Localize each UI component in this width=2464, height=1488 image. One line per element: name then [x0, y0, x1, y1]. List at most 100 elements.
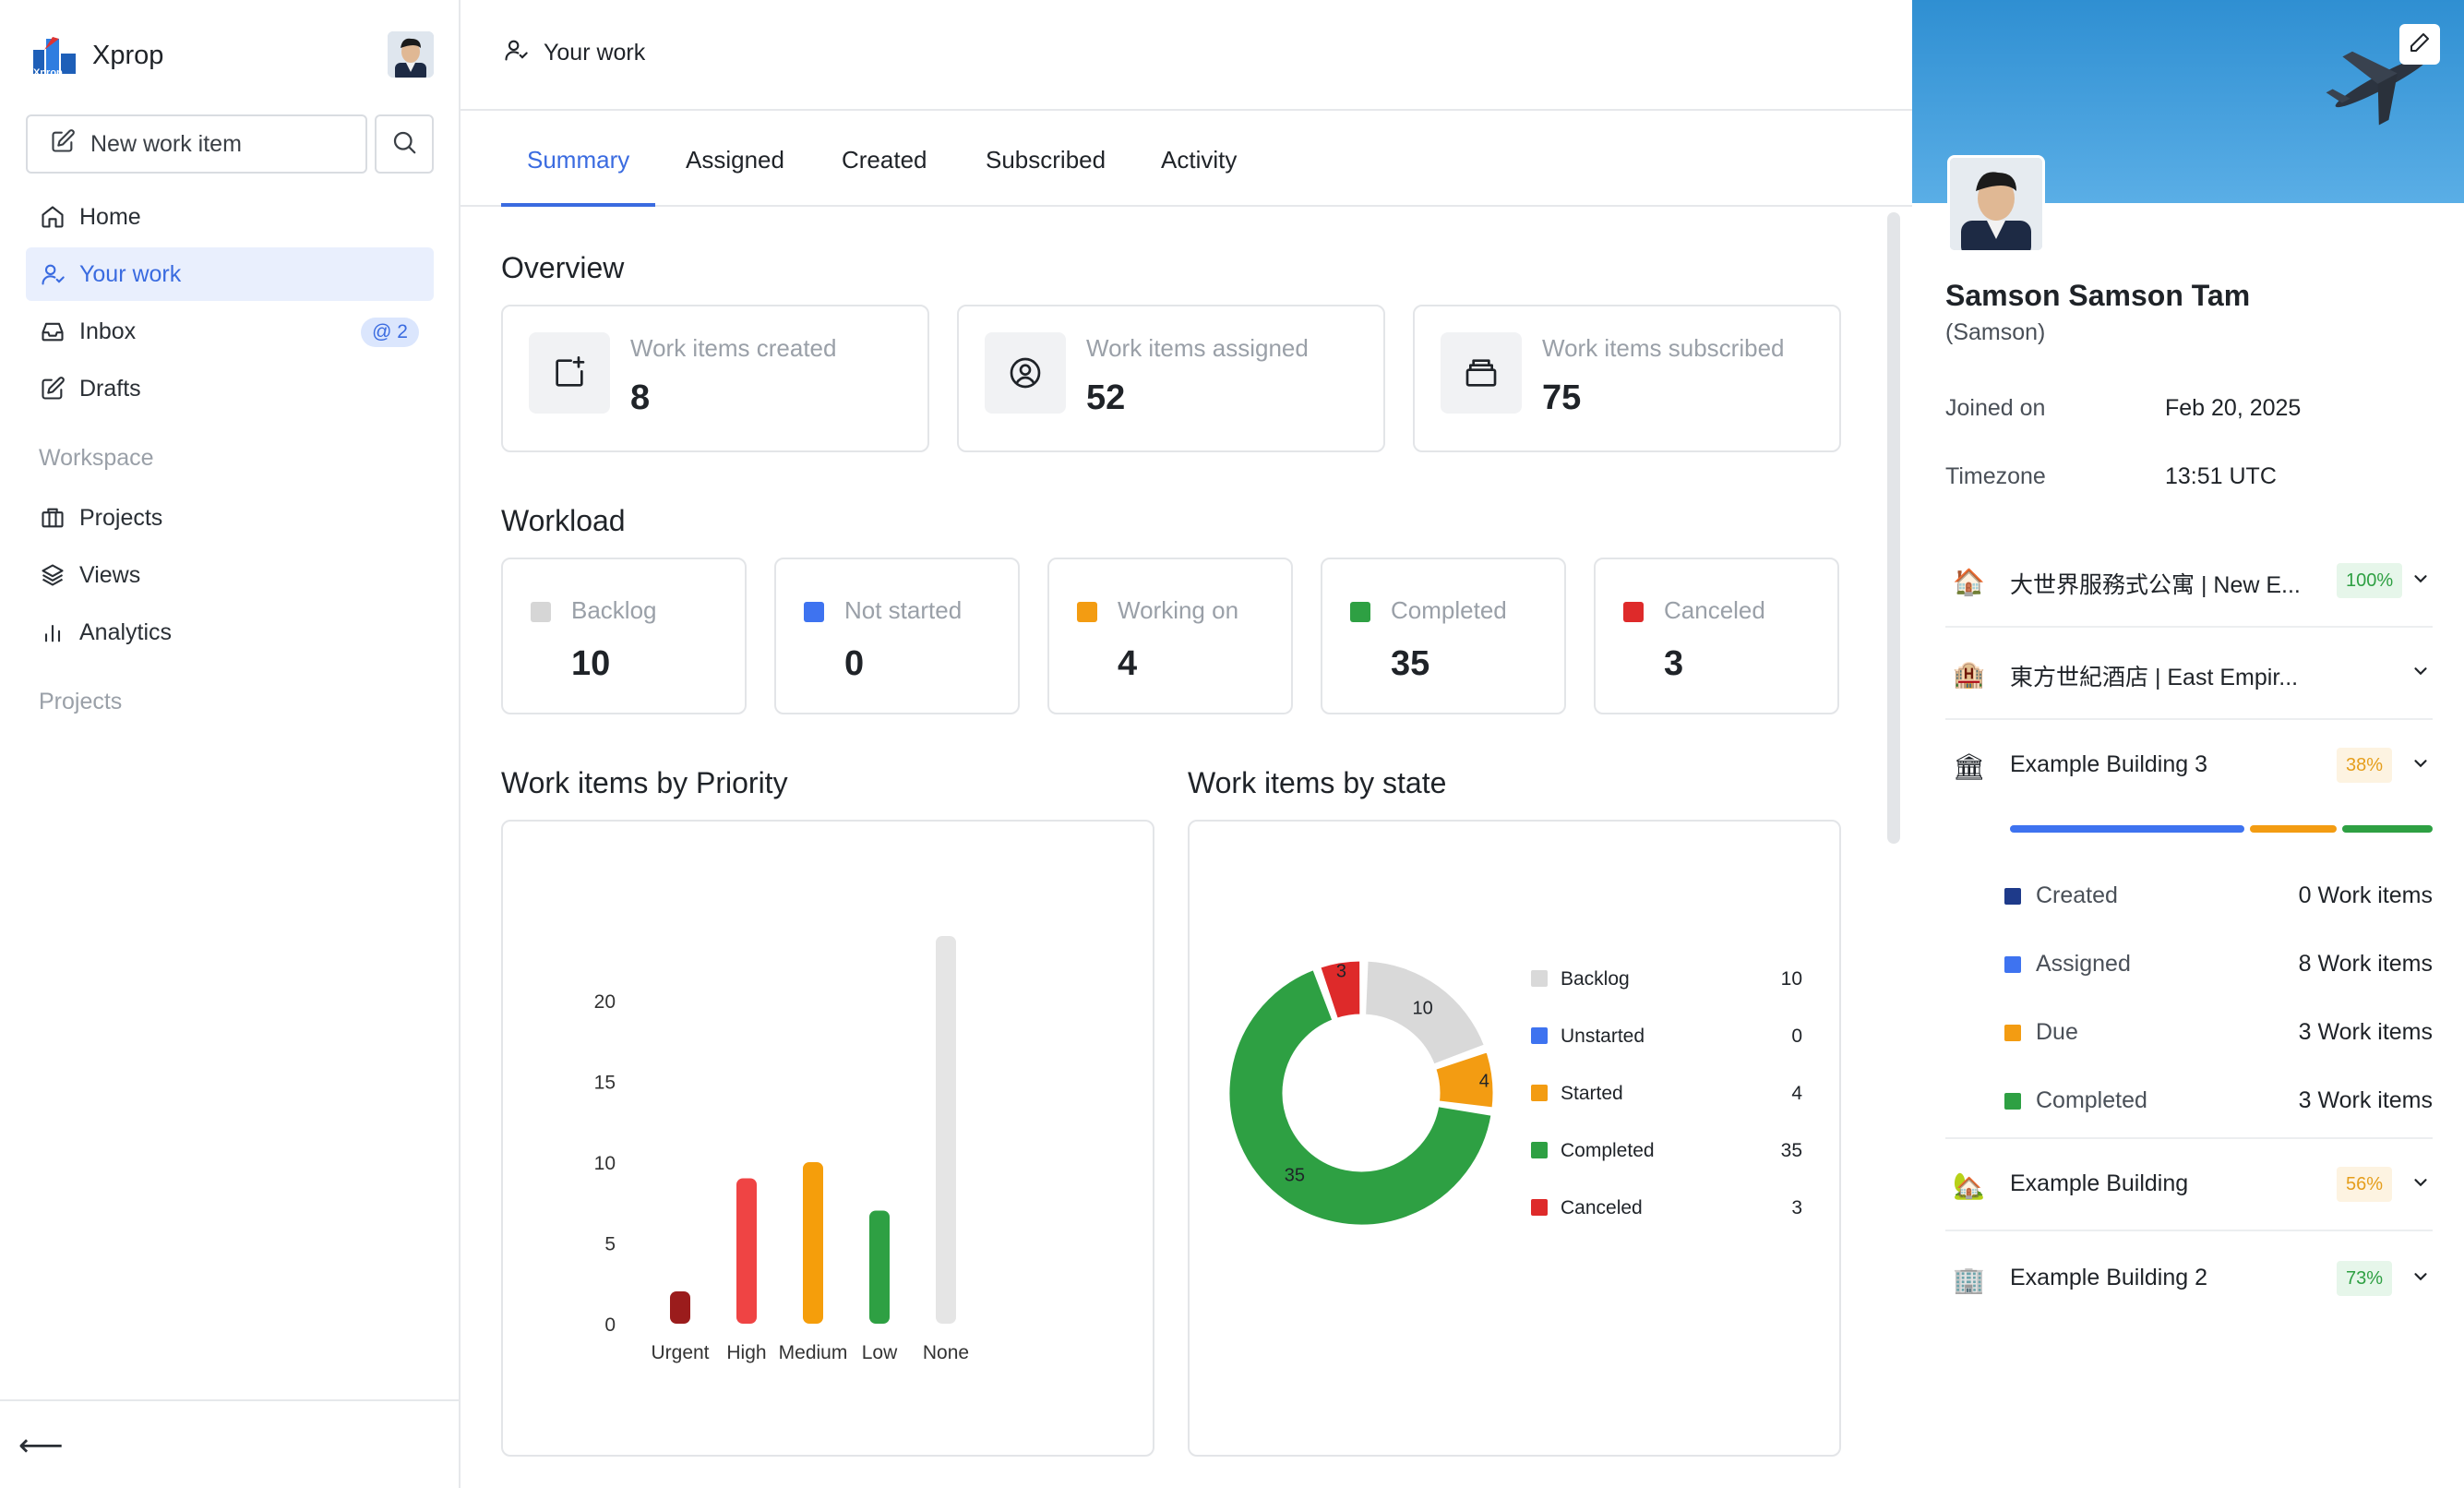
- building-item[interactable]: 🏨 東方世紀酒店 | East Empir...: [1945, 628, 2433, 720]
- workload-card-backlog[interactable]: Backlog 10: [501, 558, 747, 714]
- workspace-heading[interactable]: Workspace: [39, 445, 154, 472]
- y-tick-label: 5: [604, 1234, 616, 1255]
- sidebar-item-views[interactable]: Views: [26, 548, 434, 602]
- workload-card-value: 3: [1664, 644, 1684, 683]
- workload-card-label: Completed: [1391, 596, 1507, 624]
- y-tick-label: 10: [594, 1153, 616, 1174]
- legend-label: Canceled: [1561, 1197, 1643, 1218]
- overview-card-assigned[interactable]: Work items assigned 52: [957, 305, 1385, 452]
- bar-none[interactable]: [936, 936, 956, 1324]
- x-tick-label: Urgent: [651, 1342, 709, 1363]
- sidebar-item-label: Your work: [79, 260, 182, 287]
- stat-label: Assigned: [2036, 951, 2131, 977]
- building-progress-badge: 100%: [2337, 563, 2403, 598]
- overview-card-created[interactable]: Work items created 8: [501, 305, 929, 452]
- building-item-expanded[interactable]: 🏛 Example Building 3 38%: [1945, 720, 2433, 1139]
- profile-name: Samson Samson Tam: [1945, 279, 2251, 312]
- stack-icon: [1441, 332, 1522, 414]
- state-chart-card: 10 4 35 3 Backlog 10 Unstarted 0 Started 4 Complet…: [1188, 820, 1841, 1457]
- new-work-item-button[interactable]: New work item: [26, 114, 367, 174]
- progress-segment: [2341, 825, 2433, 833]
- overview-card-value: 75: [1542, 378, 1582, 417]
- briefcase-icon: [39, 504, 66, 532]
- tab-created[interactable]: Created: [816, 138, 953, 207]
- workload-card-working-on[interactable]: Working on 4: [1047, 558, 1293, 714]
- building-name: Example Building 2: [2010, 1265, 2208, 1290]
- sidebar-item-drafts[interactable]: Drafts: [26, 362, 434, 415]
- tab-summary[interactable]: Summary: [501, 138, 656, 207]
- status-swatch: [2004, 1025, 2021, 1041]
- brand[interactable]: Xprop Xprop: [31, 33, 163, 78]
- workload-title: Workload: [501, 504, 626, 537]
- y-tick-label: 0: [604, 1314, 616, 1336]
- sidebar-item-analytics[interactable]: Analytics: [26, 606, 434, 659]
- workload-card-not-started[interactable]: Not started 0: [774, 558, 1020, 714]
- sidebar-item-your-work[interactable]: Your work: [26, 247, 434, 301]
- building-item[interactable]: 🏠 大世界服務式公寓 | New E... 100%: [1945, 535, 2433, 628]
- search-button[interactable]: [375, 114, 434, 174]
- collapse-sidebar-icon[interactable]: ⟵: [18, 1427, 64, 1464]
- bar-medium[interactable]: [803, 1162, 823, 1324]
- priority-chart-title: Work items by Priority: [501, 766, 788, 799]
- legend-swatch: [1531, 1142, 1548, 1158]
- overview-card-label: Work items assigned: [1086, 334, 1309, 362]
- building-progress-bar: [2010, 825, 2433, 833]
- user-circle-icon: [985, 332, 1066, 414]
- inbox-icon: [39, 318, 66, 345]
- legend-value: 0: [1791, 1026, 1802, 1047]
- overview-card-value: 52: [1086, 378, 1126, 417]
- chevron-down-icon[interactable]: [2407, 657, 2434, 685]
- sidebar-item-inbox[interactable]: Inbox @ 2: [26, 305, 434, 358]
- house-icon: 🏠: [1953, 568, 1985, 596]
- status-swatch: [531, 602, 551, 622]
- scrollbar[interactable]: [1887, 212, 1900, 844]
- tab-activity[interactable]: Activity: [1135, 138, 1262, 207]
- workload-card-value: 4: [1118, 644, 1138, 683]
- bar-urgent[interactable]: [670, 1291, 690, 1324]
- new-work-item-label: New work item: [90, 130, 242, 157]
- edit-profile-button[interactable]: [2399, 24, 2440, 65]
- workload-card-value: 35: [1391, 644, 1430, 683]
- workload-card-completed[interactable]: Completed 35: [1321, 558, 1566, 714]
- overview-card-label: Work items subscribed: [1542, 334, 1785, 362]
- building-item[interactable]: 🏢 Example Building 2 73%: [1945, 1233, 2433, 1326]
- joined-value: Feb 20, 2025: [2165, 395, 2302, 421]
- stat-label: Created: [2036, 882, 2118, 908]
- bar-low[interactable]: [869, 1210, 890, 1325]
- chevron-down-icon[interactable]: [2407, 750, 2434, 777]
- legend-value: 35: [1781, 1140, 1802, 1161]
- timezone-label: Timezone: [1945, 463, 2046, 489]
- slice-value-label: 3: [1336, 962, 1346, 982]
- bar-high[interactable]: [736, 1178, 757, 1325]
- sidebar: Xprop Xprop New work item Home Your work…: [0, 0, 461, 1488]
- timezone-value: 13:51 UTC: [2165, 463, 2277, 489]
- profile-panel: Samson Samson Tam (Samson) Joined on Feb…: [1912, 0, 2464, 1488]
- tab-assigned[interactable]: Assigned: [660, 138, 810, 207]
- avatar[interactable]: [388, 31, 434, 78]
- user-icon: [39, 260, 66, 288]
- chevron-down-icon[interactable]: [2407, 1169, 2434, 1196]
- home-icon: [39, 203, 66, 231]
- workload-card-canceled[interactable]: Canceled 3: [1594, 558, 1839, 714]
- sidebar-item-label: Home: [79, 203, 141, 230]
- page-title: Your work: [544, 40, 646, 66]
- sidebar-item-home[interactable]: Home: [26, 190, 434, 244]
- tab-bar: Summary Assigned Created Subscribed Acti…: [461, 111, 1912, 207]
- building-progress-badge: 73%: [2337, 1261, 2393, 1296]
- legend-value: 10: [1781, 968, 1802, 990]
- projects-heading[interactable]: Projects: [39, 689, 122, 715]
- chevron-down-icon[interactable]: [2407, 1263, 2434, 1290]
- legend-label: Completed: [1561, 1140, 1655, 1161]
- building-item[interactable]: 🏡 Example Building 56%: [1945, 1139, 2433, 1231]
- x-tick-label: Medium: [779, 1342, 848, 1363]
- search-icon: [390, 128, 418, 161]
- chevron-down-icon[interactable]: [2407, 565, 2434, 593]
- sidebar-item-projects[interactable]: Projects: [26, 491, 434, 545]
- y-tick-label: 20: [594, 991, 616, 1013]
- overview-card-subscribed[interactable]: Work items subscribed 75: [1413, 305, 1841, 452]
- building-name: Example Building 3: [2010, 751, 2208, 777]
- x-tick-label: High: [726, 1342, 766, 1363]
- tab-subscribed[interactable]: Subscribed: [960, 138, 1131, 207]
- compose-icon: [50, 128, 76, 161]
- workload-card-label: Backlog: [571, 596, 657, 624]
